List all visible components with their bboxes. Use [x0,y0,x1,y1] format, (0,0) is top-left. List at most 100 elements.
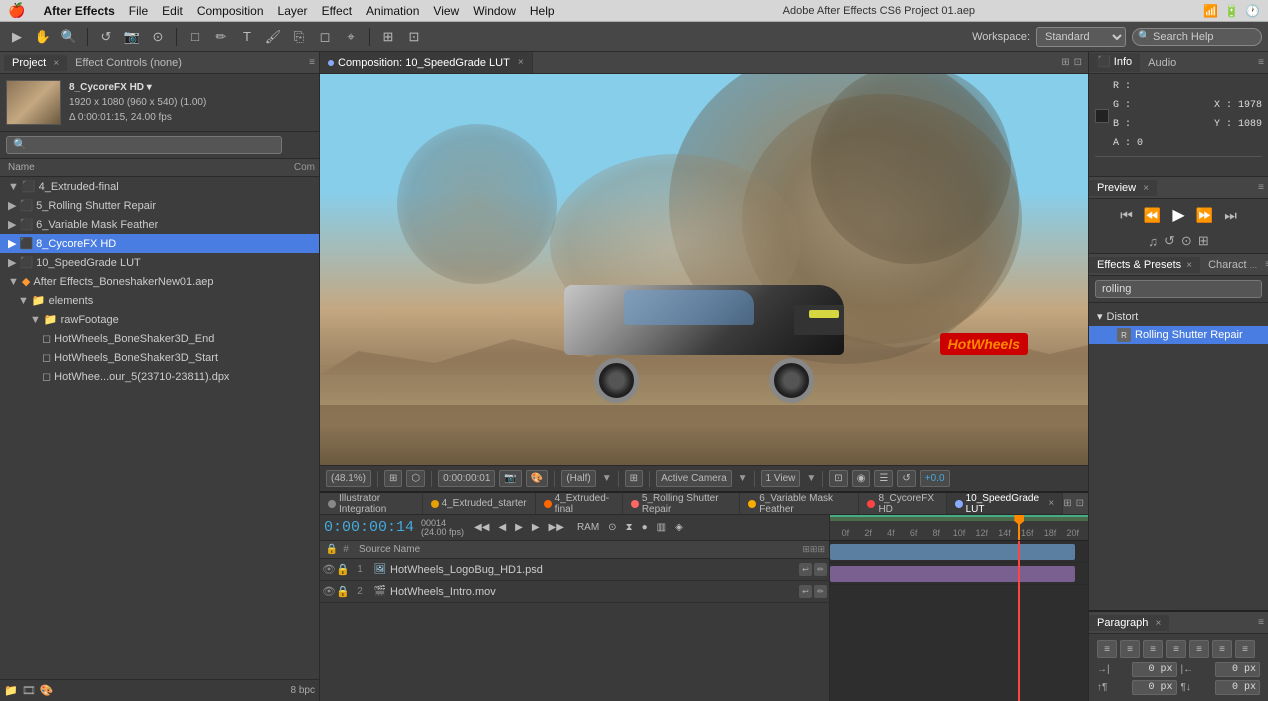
apple-menu[interactable]: 🍎 [8,2,25,19]
tl-ram-btn[interactable]: RAM [574,521,602,534]
snap-toggle[interactable]: ⊞ [377,26,399,48]
tree-item-variable-mask[interactable]: ▶ ⬛ 6_Variable Mask Feather [0,215,319,234]
new-item-icon[interactable]: 🎨 [40,684,54,697]
tl-tab-speedgrade[interactable]: 10_SpeedGrade LUT × [947,493,1064,514]
puppet-tool[interactable]: ⌖ [340,26,362,48]
tab-preview[interactable]: Preview × [1089,180,1157,196]
camera-dropdown[interactable]: ▼ [738,473,748,484]
orbit-tool[interactable]: ⊙ [147,26,169,48]
camera-tool[interactable]: 📷 [121,26,143,48]
tl-l1-s2[interactable]: ✏ [814,563,827,576]
menu-file[interactable]: File [129,4,148,18]
tab-effect-controls[interactable]: Effect Controls (none) [67,55,190,71]
preview-panel-menu[interactable]: ≡ [1258,182,1268,193]
timeline-right[interactable]: 0f 2f 4f 6f 8f 10f 12f 14f 16f 18f 20f [830,515,1088,701]
tl-layer-2[interactable]: 👁 🔒 2 🎬 HotWheels_Intro.mov ↩ ✏ [320,581,829,603]
tl-track-1[interactable] [830,541,1088,563]
menu-animation[interactable]: Animation [366,4,419,18]
channel-btn[interactable]: ☰ [874,470,893,487]
paragraph-tab-close[interactable]: × [1155,618,1161,629]
tree-item-hotw-end[interactable]: ◻ HotWheels_BoneShaker3D_End [0,329,319,348]
indent-left-input[interactable] [1132,662,1177,677]
tl-end-btn[interactable]: ▶▶ [546,521,567,534]
preview-sound-btn[interactable]: ♫ [1148,234,1158,249]
tl-prev-frame[interactable]: ◀ [495,521,509,534]
tl-bar-1[interactable] [830,544,1075,560]
mask-btn[interactable]: ⬡ [406,470,425,487]
zoom-tool[interactable]: 🔍 [58,26,80,48]
search-help-input[interactable] [1132,28,1262,46]
3d-toggle[interactable]: ⊡ [403,26,425,48]
tree-item-hotw-start[interactable]: ◻ HotWheels_BoneShaker3D_Start [0,348,319,367]
space-before-input[interactable] [1132,680,1177,695]
effects-distort-category[interactable]: ▾ Distort [1089,307,1268,326]
brush-tool[interactable]: 🖌 [262,26,284,48]
rect-tool[interactable]: □ [184,26,206,48]
tl-next-frame[interactable]: ▶ [529,521,543,534]
view-layout-dropdown[interactable]: ▼ [806,473,816,484]
align-left-btn[interactable]: ≡ [1097,640,1117,658]
tab-audio[interactable]: Audio [1140,55,1184,71]
menu-view[interactable]: View [433,4,459,18]
tl-tab-close[interactable]: × [1048,498,1054,509]
pen-tool[interactable]: ✏ [210,26,232,48]
reset-btn[interactable]: ↺ [897,470,915,487]
justify-center-btn[interactable]: ≡ [1189,640,1209,658]
preview-play-btn[interactable]: ▶ [1169,205,1189,225]
tl-timecode-display[interactable]: 0:00:00:14 [324,519,414,536]
zoom-display[interactable]: (48.1%) [326,470,371,487]
tl-layer-1-vis[interactable]: 👁 [322,563,336,576]
col-sort-btn[interactable]: Com [294,162,315,173]
camera-display[interactable]: Active Camera [656,470,732,487]
timecode-display[interactable]: 0:00:00:01 [438,470,495,487]
3d-renderer-btn[interactable]: ⊡ [829,470,847,487]
tl-live-btn[interactable]: ◈ [672,521,686,534]
new-comp-icon[interactable]: 🎞 [22,684,36,697]
tl-frame-blend-btn[interactable]: ▥ [654,521,669,534]
tl-nav-btn[interactable]: ◀◀ [471,521,492,534]
preview-last-btn[interactable]: ⏭ [1221,207,1241,224]
tl-float-btn[interactable]: ⊞ [1063,498,1071,509]
exposure-btn[interactable]: ◉ [852,470,871,487]
eraser-tool[interactable]: ◻ [314,26,336,48]
menu-effect[interactable]: Effect [322,4,352,18]
tl-track-2[interactable] [830,563,1088,585]
justify-left-btn[interactable]: ≡ [1166,640,1186,658]
workspace-select[interactable]: Standard All Panels Animation [1036,27,1126,47]
tl-layer-1-lock[interactable]: 🔒 [336,563,350,576]
tl-tab-cycoreFX[interactable]: 8_CycoreFX HD [859,493,946,514]
tl-play-btn[interactable]: ▶ [512,521,526,534]
align-right-btn[interactable]: ≡ [1143,640,1163,658]
tree-item-4-extruded-final[interactable]: ▼ ⬛ 4_Extruded-final [0,177,319,196]
tab-info[interactable]: ⬛ Info [1089,53,1140,72]
paragraph-panel-menu[interactable]: ≡ [1258,617,1268,628]
tree-item-hotw-dpx[interactable]: ◻ HotWhee...our_5(23710-23811).dpx [0,367,319,386]
effects-search-input[interactable] [1095,280,1262,298]
indent-right-input[interactable] [1215,662,1260,677]
snap-btn[interactable]: ⊞ [384,470,402,487]
tl-l2-s2[interactable]: ✏ [814,585,827,598]
tl-tab-variable[interactable]: 6_Variable Mask Feather [740,493,859,514]
view-layout-display[interactable]: 1 View [761,470,801,487]
menu-layer[interactable]: Layer [278,4,308,18]
tree-item-rolling-shutter[interactable]: ▶ ⬛ 5_Rolling Shutter Repair [0,196,319,215]
tl-solo-btn[interactable]: ⊙ [605,521,619,534]
info-panel-menu[interactable]: ≡ [1258,57,1268,68]
preview-tab-close[interactable]: × [1143,183,1149,194]
comp-tab-close[interactable]: × [518,57,524,68]
tree-item-elements[interactable]: ▼ 📁 elements [0,291,319,310]
composition-viewer[interactable]: HotWheels [320,74,1088,465]
tree-item-cycoreFX[interactable]: ▶ ⬛ 8_CycoreFX HD [0,234,319,253]
new-folder-icon[interactable]: 📁 [4,684,18,697]
tree-item-speedgrade[interactable]: ▶ ⬛ 10_SpeedGrade LUT [0,253,319,272]
menu-composition[interactable]: Composition [197,4,264,18]
preview-loop-btn[interactable]: ↺ [1164,233,1175,249]
tree-item-rawfootage[interactable]: ▼ 📁 rawFootage [0,310,319,329]
tab-paragraph[interactable]: Paragraph × [1089,615,1169,631]
quality-display[interactable]: (Half) [561,470,595,487]
comp-tab-active[interactable]: Composition: 10_SpeedGrade LUT × [320,52,533,73]
tl-layer-2-vis[interactable]: 👁 [322,585,336,598]
menu-help[interactable]: Help [530,4,555,18]
tl-l1-s1[interactable]: ↩ [799,563,812,576]
clone-tool[interactable]: ⎘ [288,26,310,48]
